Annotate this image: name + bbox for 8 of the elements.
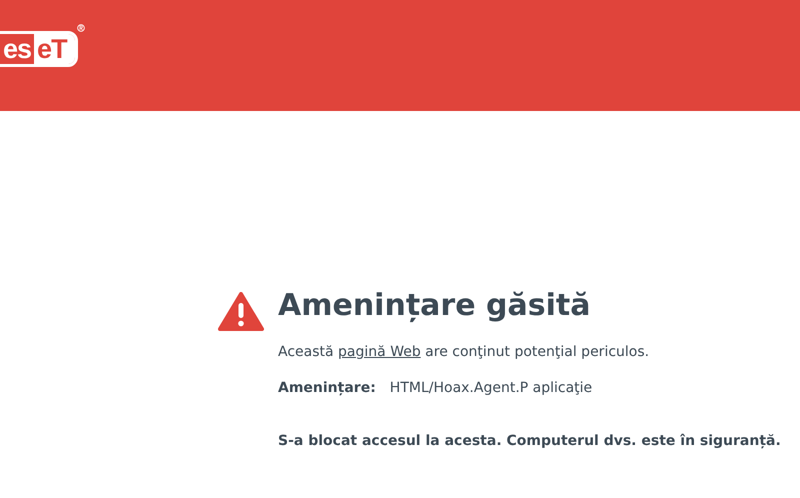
alert-title: Amenințare găsită xyxy=(278,288,590,324)
warning-icon xyxy=(218,292,264,332)
status-message: S-a blocat accesul la acesta. Computerul dvs. este în siguranță. xyxy=(278,433,781,449)
web-page-link[interactable]: pagină Web xyxy=(338,344,421,360)
threat-value: HTML/Hoax.Agent.P aplicaţie xyxy=(390,380,592,396)
threat-label: Amenințare: xyxy=(278,380,376,396)
registered-icon xyxy=(76,24,85,32)
alert-message: Această pagină Web are conţinut potenţial periculos. xyxy=(278,344,650,360)
